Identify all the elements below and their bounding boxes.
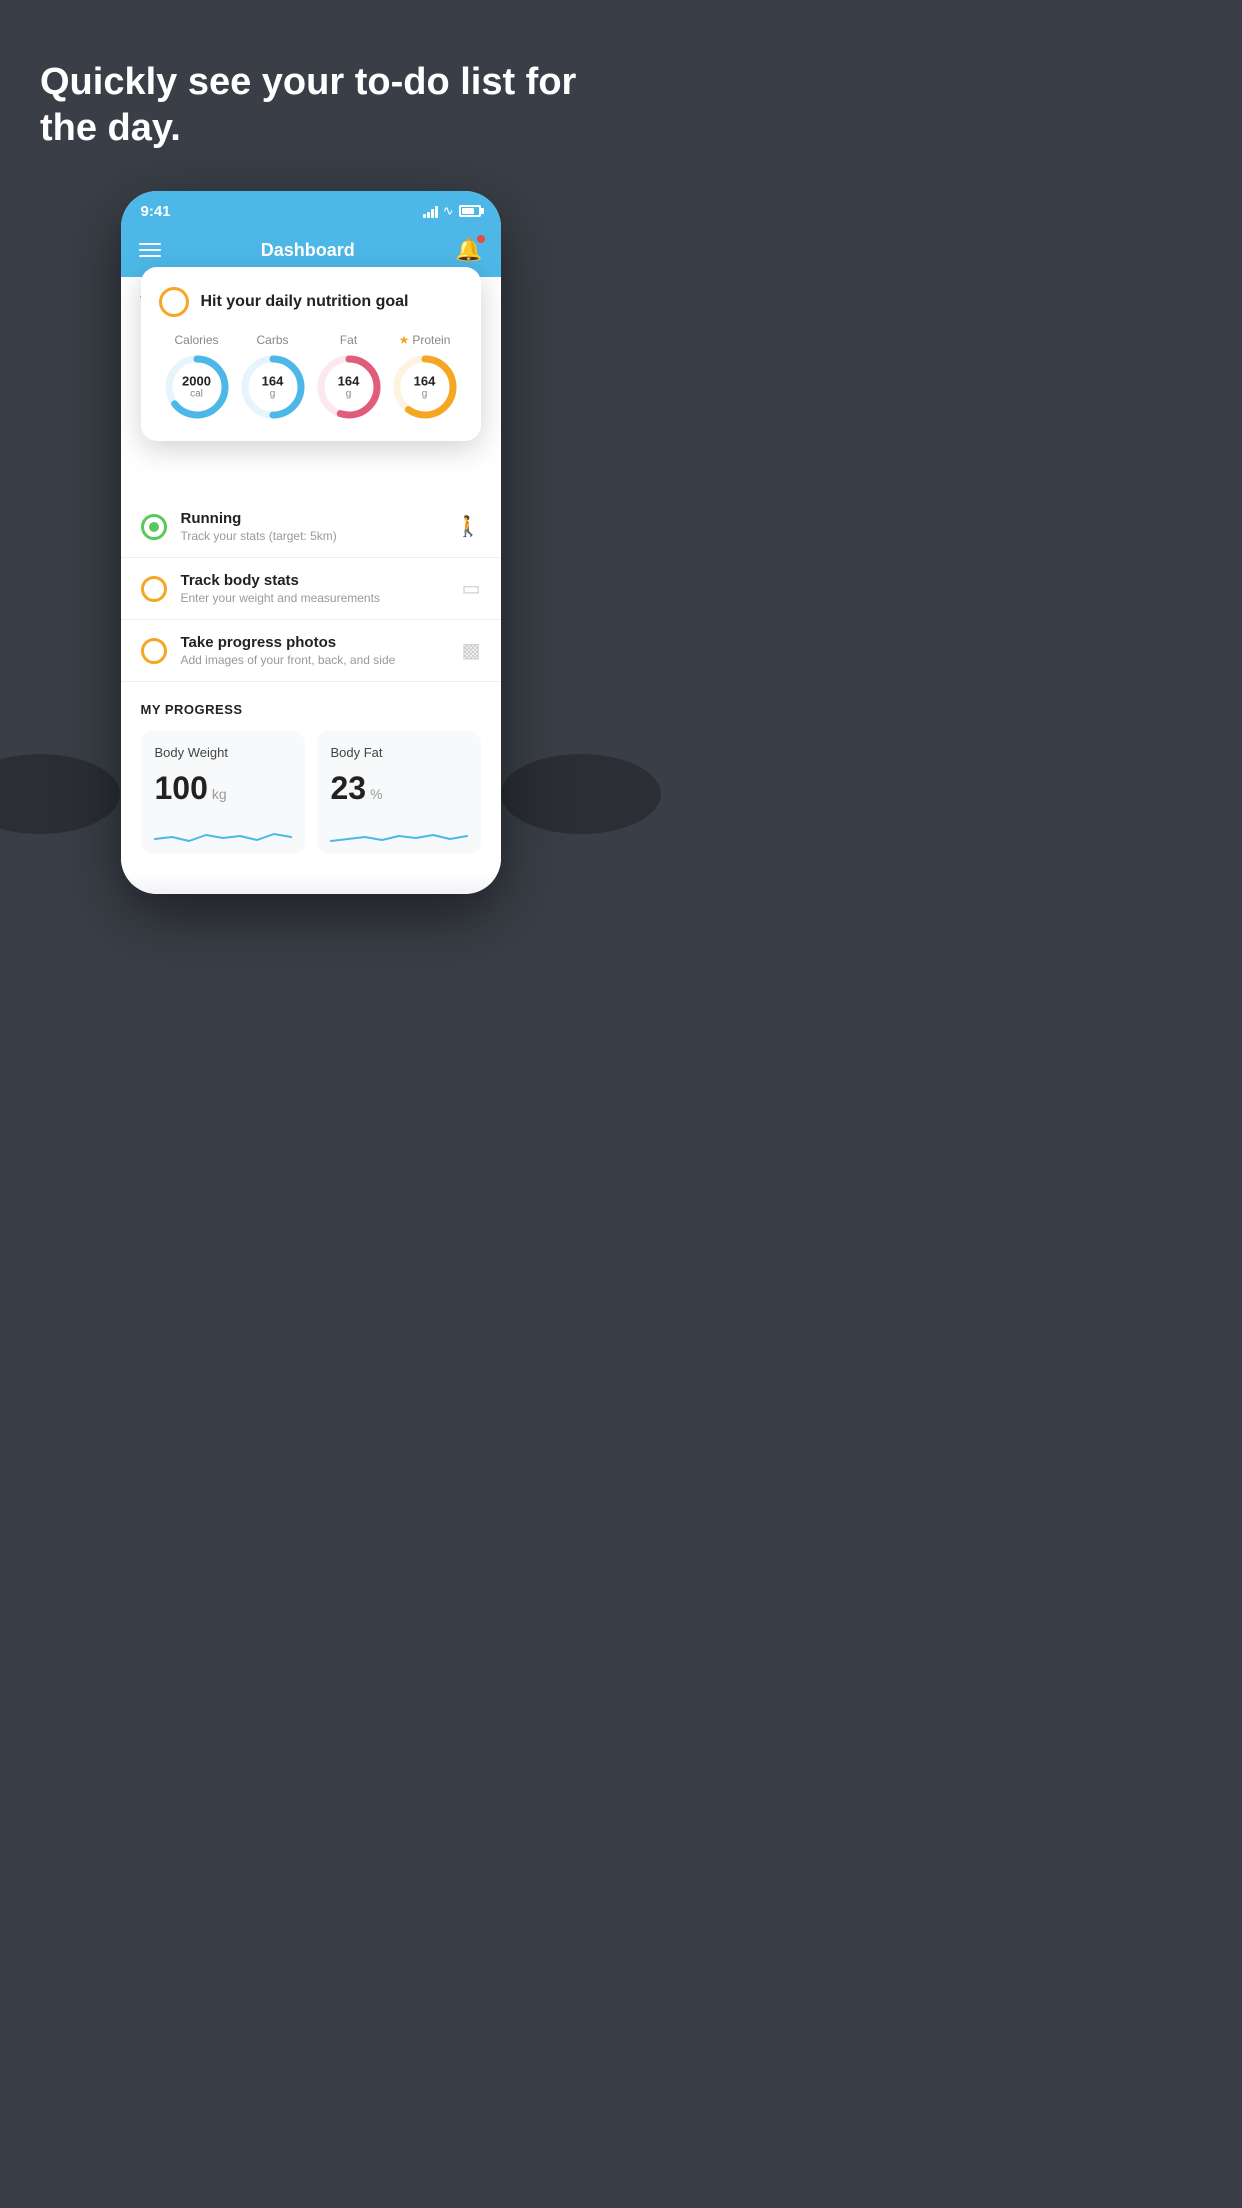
- nutrition-stat-calories: Calories 2000 cal: [163, 333, 231, 421]
- carbs-unit: g: [262, 389, 284, 400]
- page-background: Quickly see your to-do list for the day.…: [0, 0, 621, 1104]
- protein-donut: 164 g: [391, 353, 459, 421]
- protein-label: Protein: [412, 333, 450, 347]
- header-title: Dashboard: [261, 240, 355, 261]
- progress-cards: Body Weight 100 kg Body Fat: [141, 731, 481, 874]
- progress-section: MY PROGRESS Body Weight 100 kg: [121, 682, 501, 874]
- body-fat-unit: %: [370, 786, 382, 802]
- body-weight-value-row: 100 kg: [155, 770, 291, 807]
- menu-button[interactable]: [139, 243, 161, 257]
- card-check-circle: [159, 287, 189, 317]
- todo-text-running: Running Track your stats (target: 5km): [181, 510, 442, 543]
- scale-icon: ▭: [462, 576, 481, 601]
- body-weight-card[interactable]: Body Weight 100 kg: [141, 731, 305, 854]
- body-fat-value: 23: [331, 770, 367, 807]
- todo-item-body-stats[interactable]: Track body stats Enter your weight and m…: [121, 558, 501, 620]
- notification-dot: [477, 235, 485, 243]
- nutrition-stat-fat: Fat 164 g: [315, 333, 383, 421]
- todo-text-body-stats: Track body stats Enter your weight and m…: [181, 572, 448, 605]
- body-weight-title: Body Weight: [155, 745, 291, 760]
- status-bar: 9:41 ∿: [121, 191, 501, 227]
- hero-section: Quickly see your to-do list for the day.: [0, 50, 621, 181]
- todo-circle-photos: [141, 638, 167, 664]
- body-weight-sparkline: [155, 819, 291, 849]
- photo-icon: ▩: [462, 638, 481, 663]
- nutrition-card: Hit your daily nutrition goal Calories: [141, 267, 481, 441]
- calories-donut: 2000 cal: [163, 353, 231, 421]
- todo-subtitle-body-stats: Enter your weight and measurements: [181, 591, 448, 605]
- fat-label: Fat: [340, 333, 357, 347]
- todo-subtitle-photos: Add images of your front, back, and side: [181, 653, 448, 667]
- progress-header: MY PROGRESS: [141, 702, 481, 717]
- calories-label: Calories: [174, 333, 218, 347]
- nutrition-stat-carbs: Carbs 164 g: [239, 333, 307, 421]
- todo-item-photos[interactable]: Take progress photos Add images of your …: [121, 620, 501, 682]
- carbs-donut: 164 g: [239, 353, 307, 421]
- hero-title: Quickly see your to-do list for the day.: [40, 60, 581, 151]
- card-title-row: Hit your daily nutrition goal: [159, 287, 463, 317]
- fat-unit: g: [338, 389, 360, 400]
- fat-donut: 164 g: [315, 353, 383, 421]
- body-fat-sparkline: [331, 819, 467, 849]
- body-fat-value-row: 23 %: [331, 770, 467, 807]
- protein-value: 164: [414, 375, 436, 389]
- status-icons: ∿: [423, 203, 481, 219]
- signal-icon: [423, 204, 438, 218]
- phone-wrapper: 9:41 ∿: [0, 191, 621, 894]
- nutrition-stat-protein: ★ Protein 164 g: [391, 333, 459, 421]
- card-title: Hit your daily nutrition goal: [201, 293, 409, 311]
- notification-bell-button[interactable]: 🔔: [455, 237, 482, 263]
- status-time: 9:41: [141, 203, 171, 220]
- todo-item-running[interactable]: Running Track your stats (target: 5km) 🚶: [121, 496, 501, 558]
- protein-label-row: ★ Protein: [399, 333, 451, 347]
- todo-subtitle-running: Track your stats (target: 5km): [181, 529, 442, 543]
- bg-decoration-right: [501, 754, 661, 834]
- running-shoe-icon: 🚶: [456, 514, 481, 539]
- body-weight-unit: kg: [212, 786, 227, 802]
- carbs-label: Carbs: [256, 333, 288, 347]
- todo-title-running: Running: [181, 510, 442, 527]
- fat-value: 164: [338, 375, 360, 389]
- todo-text-photos: Take progress photos Add images of your …: [181, 634, 448, 667]
- todo-title-body-stats: Track body stats: [181, 572, 448, 589]
- calories-value: 2000: [182, 375, 211, 389]
- body-weight-value: 100: [155, 770, 208, 807]
- protein-unit: g: [414, 389, 436, 400]
- todo-circle-body-stats: [141, 576, 167, 602]
- wifi-icon: ∿: [443, 203, 454, 219]
- body-fat-card[interactable]: Body Fat 23 %: [317, 731, 481, 854]
- app-content: THINGS TO DO TODAY Hit your daily nutrit…: [121, 277, 501, 894]
- battery-icon: [459, 205, 481, 217]
- protein-star-icon: ★: [399, 333, 410, 347]
- calories-unit: cal: [182, 389, 211, 400]
- todo-title-photos: Take progress photos: [181, 634, 448, 651]
- nutrition-stats: Calories 2000 cal: [159, 333, 463, 421]
- carbs-value: 164: [262, 375, 284, 389]
- todo-circle-running: [141, 514, 167, 540]
- bg-decoration-left: [0, 754, 120, 834]
- phone-bottom: [121, 874, 501, 894]
- body-fat-title: Body Fat: [331, 745, 467, 760]
- phone-mockup: 9:41 ∿: [121, 191, 501, 894]
